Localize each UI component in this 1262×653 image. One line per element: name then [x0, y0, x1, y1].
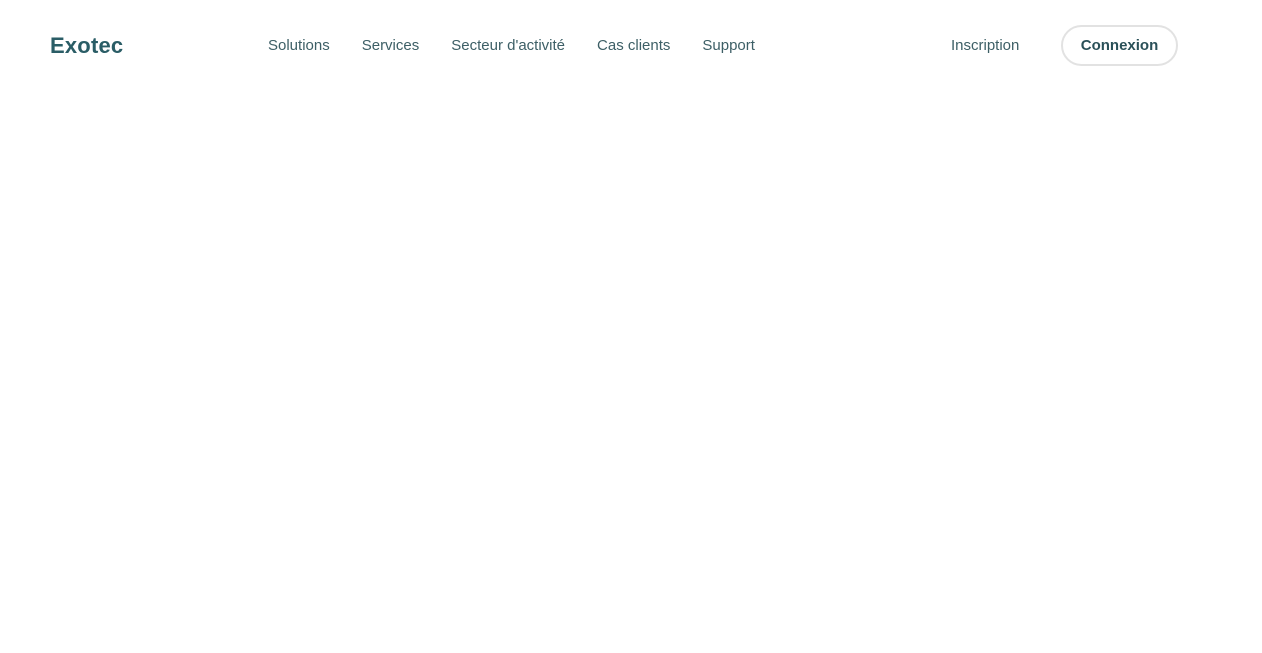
main-nav-list: Solutions Services Secteur d'activité Ca…	[268, 36, 755, 56]
logo[interactable]: Exotec	[50, 32, 123, 60]
login-button[interactable]: Connexion	[1061, 25, 1178, 66]
nav-item-secteur-activite: Secteur d'activité	[451, 36, 565, 56]
nav-item-support: Support	[702, 36, 755, 56]
nav-item-solutions: Solutions	[268, 36, 330, 56]
nav-link-solutions[interactable]: Solutions	[268, 37, 330, 54]
page: Exotec Solutions Services Secteur d'acti…	[0, 0, 1262, 653]
signup-link[interactable]: Inscription	[951, 36, 1019, 56]
nav-link-cas-clients[interactable]: Cas clients	[597, 37, 670, 54]
nav-link-support[interactable]: Support	[702, 37, 755, 54]
nav-item-cas-clients: Cas clients	[597, 36, 670, 56]
nav-link-services[interactable]: Services	[362, 37, 420, 54]
main-content	[0, 92, 1262, 653]
nav-item-services: Services	[362, 36, 420, 56]
nav-link-secteur-activite[interactable]: Secteur d'activité	[451, 37, 565, 54]
site-header: Exotec Solutions Services Secteur d'acti…	[0, 0, 1262, 92]
